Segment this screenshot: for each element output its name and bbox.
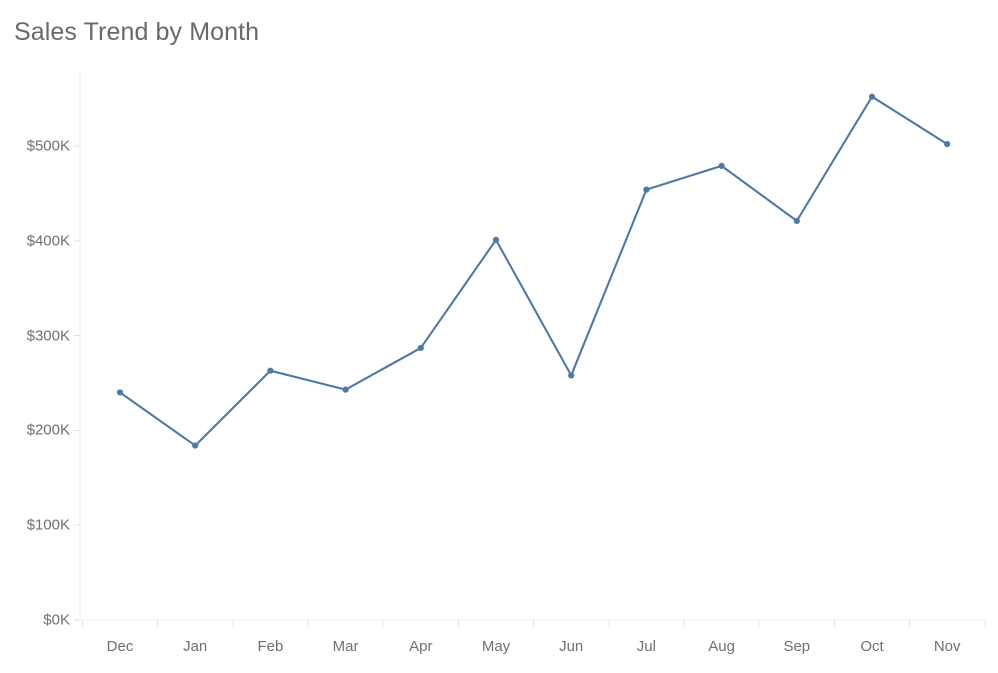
series-line [118, 95, 949, 447]
data-point[interactable]: Nov: $502K [944, 141, 951, 148]
plot-area: Dec: $240K Jan: $184K Feb: $263K Mar: $243K… [0, 0, 998, 673]
data-point[interactable]: Aug: $479K [718, 162, 725, 170]
x-axis-tick-label: Jan [183, 638, 208, 655]
data-point[interactable]: May: $401K [492, 236, 500, 243]
data-point[interactable]: Jan: $184K [192, 442, 199, 449]
series-points-group: Dec: $240K Jan: $184K Feb: $263K Mar: $243K… [116, 93, 951, 449]
tick-marks-group [74, 145, 986, 627]
series-line-group [118, 95, 949, 447]
data-point[interactable]: Mar: $243K [342, 386, 349, 393]
x-axis-tick-label: Dec [106, 638, 134, 655]
y-axis-tick-label: $300K [26, 327, 70, 345]
data-point[interactable]: Apr: $287K [417, 344, 424, 352]
x-axis-tick-label: Jul [636, 638, 656, 655]
y-axis-tick-label: $400K [26, 232, 70, 250]
data-point[interactable]: Jun: $258K [568, 372, 575, 379]
data-point[interactable]: Jul: $454K [643, 186, 650, 193]
chart-svg: Dec: $240K Jan: $184K Feb: $263K Mar: $243K… [74, 68, 986, 627]
x-axis-tick-label: Sep [783, 638, 811, 655]
x-axis-tick-label: Aug [708, 638, 735, 655]
y-axis-tick-label: $100K [26, 516, 70, 534]
axis-group [79, 68, 985, 621]
x-axis-tick-label: May [481, 638, 511, 655]
x-axis-tick-label: Feb [257, 638, 284, 655]
data-point[interactable]: Sep: $421K [793, 217, 800, 224]
x-axis-tick-label: Apr [409, 638, 433, 655]
y-axis-tick-label: $0K [43, 611, 70, 629]
x-axis-tick-label: Oct [860, 638, 884, 655]
y-axis-tick-label: $500K [26, 137, 70, 155]
data-point[interactable]: Dec: $240K [116, 389, 124, 396]
y-axis-tick-label: $200K [26, 421, 70, 439]
x-axis-tick-label: Mar [332, 638, 359, 655]
data-point[interactable]: Oct: $552K [868, 93, 876, 100]
x-axis-tick-label: Jun [559, 638, 584, 655]
data-point[interactable]: Feb: $263K [267, 367, 274, 374]
x-axis-tick-label: Nov [933, 638, 961, 655]
chart-container: Sales Trend by Month Dec: $240KJan: $184… [0, 0, 998, 673]
